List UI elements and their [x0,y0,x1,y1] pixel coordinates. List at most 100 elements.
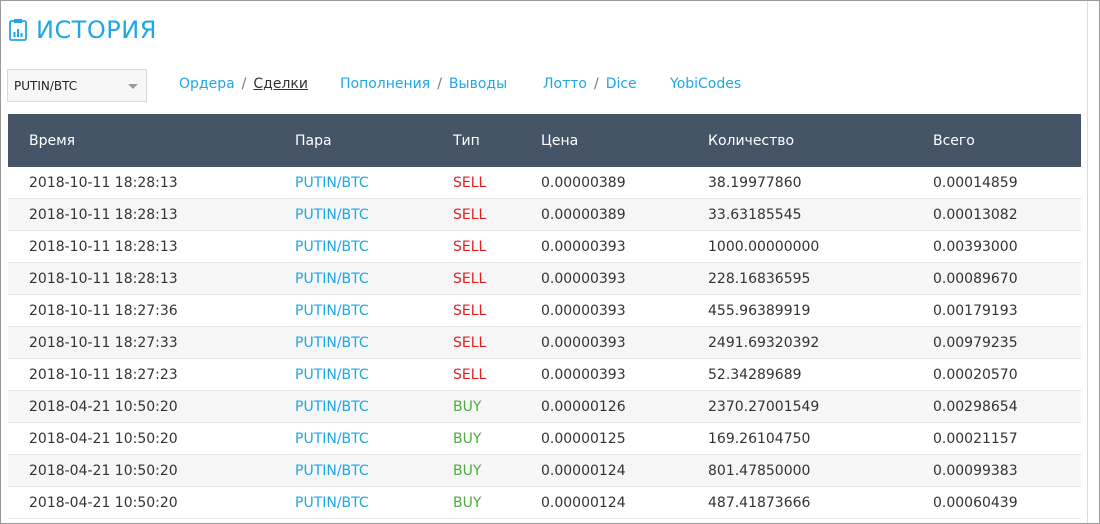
cell-total: 0.00099383 [933,454,1081,487]
pair-select[interactable]: PUTIN/BTC [7,69,147,102]
cell-total: 0.00089670 [933,262,1081,295]
cell-time: 2018-10-11 18:28:13 [8,198,295,231]
cell-amount: 455.96389919 [708,294,933,327]
cell-pair[interactable]: PUTIN/BTC [295,422,453,455]
cell-pair[interactable]: PUTIN/BTC [295,230,453,263]
cell-time: 2018-10-11 18:27:23 [8,358,295,391]
cell-total: 0.00014859 [933,167,1081,199]
cell-type: SELL [453,358,541,391]
nav-separator: / [437,76,442,92]
cell-total: 0.00298654 [933,390,1081,423]
nav-separator: / [593,76,599,92]
cell-type: SELL [453,262,541,295]
cell-type: BUY [453,422,541,455]
cell-type: SELL [453,294,541,327]
column-header-pair[interactable]: Пара [295,114,453,167]
cell-type: SELL [453,198,541,231]
nav-group-codes: YobiCodes [670,76,741,92]
cell-time: 2018-10-11 18:27:36 [8,294,295,327]
cell-amount: 2491.69320392 [708,326,933,359]
cell-price: 0.00000389 [541,167,708,199]
table-row: 2018-10-11 18:27:36 PUTIN/BTC SELL 0.000003… [8,294,1081,327]
cell-type: SELL [453,230,541,263]
cell-type: SELL [453,326,541,359]
table-row: 2018-10-11 18:28:13 PUTIN/BTC SELL 0.000003… [8,230,1081,263]
cell-amount: 1000.00000000 [708,230,933,263]
cell-time: 2018-04-21 10:50:20 [8,390,295,423]
chevron-down-icon [128,84,138,89]
cell-amount: 52.34289689 [708,358,933,391]
cell-type: BUY [453,486,541,519]
cell-amount: 801.47850000 [708,454,933,487]
cell-price: 0.00000124 [541,454,708,487]
nav-group-funds: Пополнения / Выводы [340,76,507,92]
cell-type: BUY [453,454,541,487]
cell-amount: 38.19977860 [708,167,933,199]
cell-amount: 2370.27001549 [708,390,933,423]
cell-pair[interactable]: PUTIN/BTC [295,294,453,327]
page-title: ИСТОРИЯ [36,16,157,44]
cell-pair[interactable]: PUTIN/BTC [295,486,453,519]
cell-pair[interactable]: PUTIN/BTC [295,390,453,423]
trades-table: Время Пара Тип Цена Количество Всего 201… [8,114,1081,519]
pair-select-value: PUTIN/BTC [14,78,78,93]
nav-group-orders: Ордера / Сделки [179,76,308,92]
cell-total: 0.00020570 [933,358,1081,391]
table-row: 2018-04-21 10:50:20 PUTIN/BTC BUY 0.0000012… [8,422,1081,455]
nav-trades[interactable]: Сделки [253,76,308,92]
column-header-total[interactable]: Всего [933,114,1081,167]
cell-price: 0.00000389 [541,198,708,231]
scrollbar-track[interactable] [1087,1,1088,523]
cell-price: 0.00000393 [541,294,708,327]
page-header: ИСТОРИЯ [8,16,157,44]
column-header-price[interactable]: Цена [541,114,708,167]
cell-time: 2018-10-11 18:28:13 [8,167,295,199]
column-header-type[interactable]: Тип [453,114,541,167]
cell-price: 0.00000126 [541,390,708,423]
cell-total: 0.00393000 [933,230,1081,263]
cell-price: 0.00000393 [541,326,708,359]
table-row: 2018-10-11 18:27:33 PUTIN/BTC SELL 0.000003… [8,326,1081,359]
table-header-row: Время Пара Тип Цена Количество Всего [8,114,1081,167]
table-row: 2018-10-11 18:28:13 PUTIN/BTC SELL 0.000003… [8,262,1081,295]
cell-price: 0.00000393 [541,262,708,295]
cell-amount: 228.16836595 [708,262,933,295]
cell-time: 2018-04-21 10:50:20 [8,454,295,487]
cell-type: SELL [453,167,541,199]
nav-yobicodes[interactable]: YobiCodes [670,76,741,92]
cell-type: BUY [453,390,541,423]
cell-pair[interactable]: PUTIN/BTC [295,454,453,487]
nav-orders[interactable]: Ордера [179,76,235,92]
cell-total: 0.00060439 [933,486,1081,519]
cell-pair[interactable]: PUTIN/BTC [295,198,453,231]
cell-price: 0.00000124 [541,486,708,519]
column-header-amount[interactable]: Количество [708,114,933,167]
cell-pair[interactable]: PUTIN/BTC [295,262,453,295]
nav-deposits[interactable]: Пополнения [340,76,430,92]
cell-total: 0.00021157 [933,422,1081,455]
cell-total: 0.00179193 [933,294,1081,327]
cell-time: 2018-04-21 10:50:20 [8,486,295,519]
column-header-time[interactable]: Время [8,114,295,167]
cell-pair[interactable]: PUTIN/BTC [295,167,453,199]
cell-price: 0.00000393 [541,358,708,391]
table-row: 2018-04-21 10:50:20 PUTIN/BTC BUY 0.0000012… [8,486,1081,519]
cell-price: 0.00000393 [541,230,708,263]
cell-amount: 487.41873666 [708,486,933,519]
cell-time: 2018-10-11 18:27:33 [8,326,295,359]
cell-pair[interactable]: PUTIN/BTC [295,358,453,391]
table-row: 2018-10-11 18:28:13 PUTIN/BTC SELL 0.000003… [8,198,1081,231]
nav-group-games: Лотто / Dice [543,76,637,92]
nav-separator: / [241,76,247,92]
cell-pair[interactable]: PUTIN/BTC [295,326,453,359]
cell-time: 2018-10-11 18:28:13 [8,262,295,295]
table-body: 2018-10-11 18:28:13 PUTIN/BTC SELL 0.000003… [8,167,1081,519]
cell-amount: 33.63185545 [708,198,933,231]
cell-time: 2018-10-11 18:28:13 [8,230,295,263]
nav-dice[interactable]: Dice [606,76,637,92]
cell-total: 0.00979235 [933,326,1081,359]
cell-price: 0.00000125 [541,422,708,455]
nav-withdrawals[interactable]: Выводы [449,76,507,92]
nav-lotto[interactable]: Лотто [543,76,587,92]
table-row: 2018-04-21 10:50:20 PUTIN/BTC BUY 0.0000012… [8,454,1081,487]
